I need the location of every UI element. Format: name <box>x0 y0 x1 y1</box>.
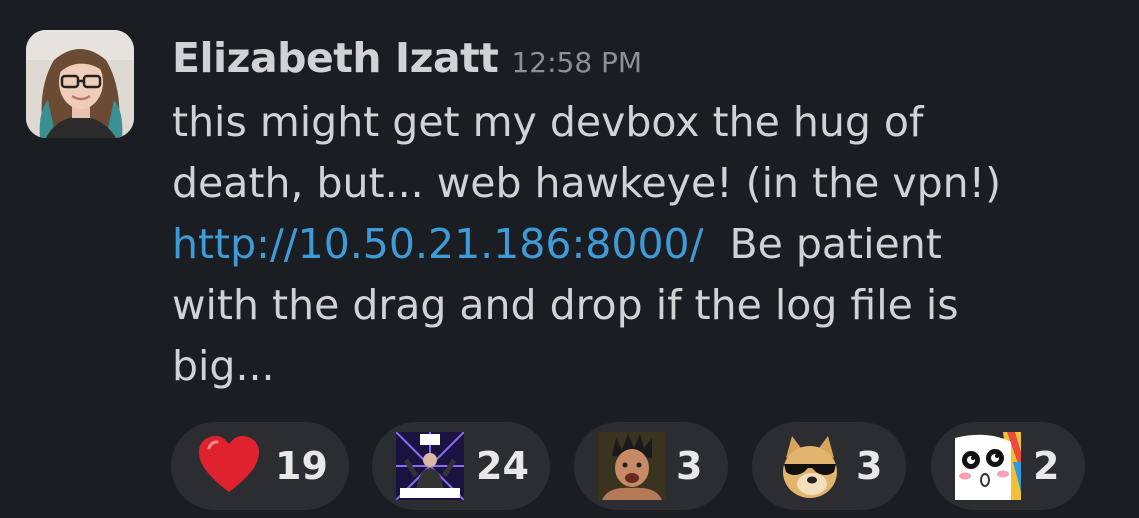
message-header: Elizabeth Izatt 12:58 PM <box>172 34 642 82</box>
reaction-count: 2 <box>1033 444 1060 488</box>
message-text-line: this might get my devbox the hug of <box>172 98 924 146</box>
its-happening-emoji-icon <box>396 432 464 500</box>
message-text-line: big... <box>172 342 275 390</box>
reaction-bar: 19 24 3 3 2 <box>0 422 1139 510</box>
message-timestamp[interactable]: 12:58 PM <box>511 46 642 79</box>
pauly-d-emoji-icon <box>598 432 666 500</box>
message-link[interactable]: http://10.50.21.186:8000/ <box>172 220 703 268</box>
reaction-doge[interactable]: 3 <box>752 422 906 510</box>
reaction-heart[interactable]: 19 <box>171 422 349 510</box>
reaction-count: 24 <box>476 444 529 488</box>
doge-sunglasses-emoji-icon <box>783 436 837 498</box>
reaction-count: 3 <box>856 444 883 488</box>
message-text-fragment: Be patient <box>703 220 942 268</box>
chat-message: Elizabeth Izatt 12:58 PM this might get … <box>0 0 1139 518</box>
reaction-count: 19 <box>275 444 328 488</box>
heart-emoji-icon <box>199 436 259 492</box>
message-text-line: death, but... web hawkeye! (in the vpn!) <box>172 159 1002 207</box>
reaction-its-happening[interactable]: 24 <box>372 422 550 510</box>
author-avatar[interactable] <box>26 30 134 138</box>
message-text-line: with the drag and drop if the log file i… <box>172 281 959 329</box>
reaction-anime-face[interactable]: 2 <box>931 422 1085 510</box>
message-text-line: http://10.50.21.186:8000/ Be patient <box>172 214 1072 275</box>
anime-face-emoji-icon <box>955 432 1021 500</box>
message-body: this might get my devbox the hug of deat… <box>172 92 1072 397</box>
reaction-count: 3 <box>676 444 703 488</box>
reaction-pauly-d[interactable]: 3 <box>574 422 728 510</box>
author-name[interactable]: Elizabeth Izatt <box>172 34 499 82</box>
